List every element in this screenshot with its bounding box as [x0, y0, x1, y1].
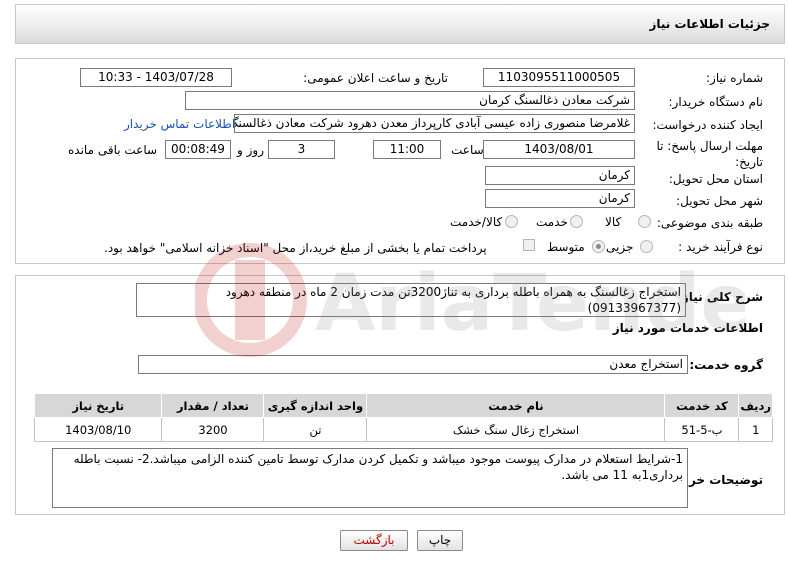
process-label: نوع فرآیند خرید :: [678, 240, 763, 254]
category-radio-service[interactable]: [570, 215, 583, 228]
time-remaining-field[interactable]: 00:08:49: [165, 140, 231, 159]
process-radio-medium[interactable]: [592, 240, 605, 253]
back-button[interactable]: بازگشت: [340, 530, 408, 551]
cell-unit: تن: [263, 417, 368, 442]
process-option-minor: جزیی: [606, 240, 634, 254]
category-radio-goods[interactable]: [638, 215, 651, 228]
city-field[interactable]: کرمان: [485, 189, 635, 208]
deadline-date-field[interactable]: 1403/08/01: [483, 140, 635, 159]
buyer-contact-link[interactable]: اطلاعات تماس خریدار: [124, 117, 235, 131]
treasury-payment-checkbox[interactable]: [523, 239, 535, 251]
province-field[interactable]: کرمان: [485, 166, 635, 185]
table-row[interactable]: 1 ب-5-51 استخراج زغال سنگ خشک تن 3200 14…: [33, 417, 773, 442]
days-label: روز و: [237, 143, 264, 157]
cell-quantity: 3200: [161, 417, 265, 442]
services-table-header: ردیف کد خدمت نام خدمت واحد اندازه گیری ت…: [33, 393, 773, 418]
category-radio-goods-service[interactable]: [505, 215, 518, 228]
deadline-time-label: ساعت: [451, 143, 484, 157]
service-group-field[interactable]: استخراج معدن: [138, 355, 688, 374]
col-quantity: تعداد / مقدار: [161, 393, 265, 418]
col-unit: واحد اندازه گیری: [263, 393, 368, 418]
buyer-notes-field[interactable]: 1-شرایط استعلام در مدارک پیوست موجود میب…: [52, 448, 688, 508]
cell-need-date: 1403/08/10: [33, 417, 163, 442]
need-number-label: شماره نیاز:: [706, 71, 763, 85]
announce-date-field[interactable]: 1403/07/28 - 10:33: [80, 68, 232, 87]
page-header: جزئیات اطلاعات نیاز: [15, 4, 785, 44]
category-option-goods: کالا: [605, 215, 622, 229]
deadline-label: مهلت ارسال پاسخ: تا تاریخ:: [656, 139, 763, 169]
page-title: جزئیات اطلاعات نیاز: [649, 17, 770, 31]
need-number-field[interactable]: 1103095511000505: [483, 68, 635, 87]
services-table: ردیف کد خدمت نام خدمت واحد اندازه گیری ت…: [33, 393, 773, 442]
description-label: شرح کلی نیاز:: [677, 290, 763, 304]
days-remaining-field[interactable]: 3: [268, 140, 335, 159]
service-group-label: گروه خدمت:: [689, 358, 763, 372]
description-field[interactable]: استخراج زغالسنگ به همراه باطله برداری به…: [136, 283, 686, 317]
process-option-medium: متوسط: [547, 240, 585, 254]
cell-row-number: 1: [738, 417, 773, 442]
category-option-service: خدمت: [536, 215, 568, 229]
buyer-org-label: نام دستگاه خریدار:: [668, 95, 764, 109]
announce-date-label: تاریخ و ساعت اعلان عمومی:: [303, 71, 448, 85]
time-remaining-label: ساعت باقی مانده: [68, 143, 158, 157]
creator-label: ایجاد کننده درخواست:: [652, 118, 763, 132]
buyer-org-field[interactable]: شرکت معادن ذغالسنگ کرمان: [185, 91, 635, 110]
category-label: طبقه بندی موضوعی:: [656, 216, 763, 230]
cell-service-code: ب-5-51: [664, 417, 740, 442]
col-need-date: تاریخ نیاز: [33, 393, 163, 418]
col-service-name: نام خدمت: [366, 393, 666, 418]
creator-field[interactable]: غلامرضا منصوری زاده عیسی آبادی کارپرداز …: [234, 114, 635, 133]
province-label: استان محل تحویل:: [668, 172, 763, 186]
category-option-goods-service: کالا/خدمت: [450, 215, 503, 229]
process-radio-minor[interactable]: [640, 240, 653, 253]
services-heading: اطلاعات خدمات مورد نیاز: [612, 321, 763, 335]
deadline-time-field[interactable]: 11:00: [373, 140, 441, 159]
col-service-code: کد خدمت: [664, 393, 740, 418]
cell-service-name: استخراج زغال سنگ خشک: [366, 417, 666, 442]
print-button[interactable]: چاپ: [417, 530, 463, 551]
treasury-payment-note: پرداخت تمام یا بخشی از مبلغ خرید،از محل …: [104, 241, 487, 255]
city-label: شهر محل تحویل:: [676, 194, 763, 208]
col-row-number: ردیف: [738, 393, 773, 418]
